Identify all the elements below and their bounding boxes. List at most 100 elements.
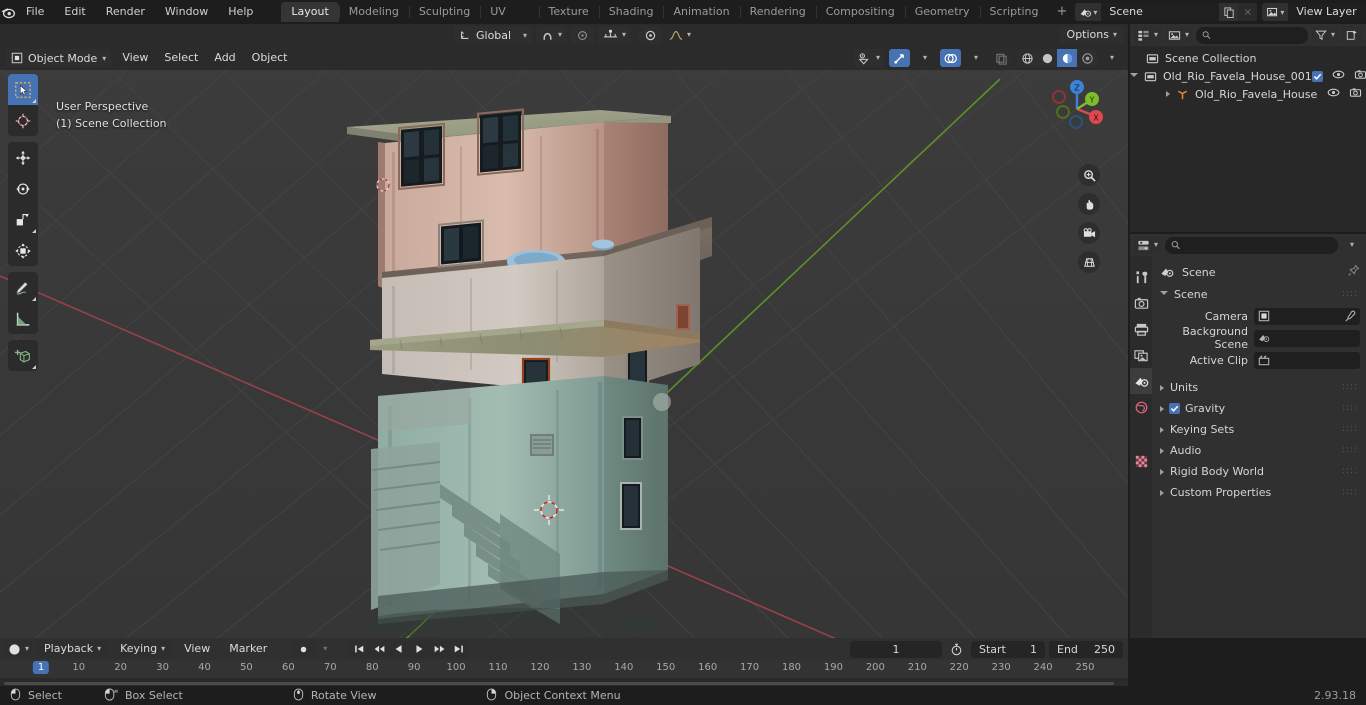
show-overlays-toggle[interactable] — [940, 49, 961, 67]
use-preview-range-toggle[interactable] — [946, 640, 967, 658]
panel-header-gravity[interactable]: Gravity:::: — [1152, 398, 1366, 419]
view-layer-selector[interactable]: ▾ View Layer × — [1262, 3, 1366, 21]
overlay-options-dropdown[interactable]: ▾ — [966, 49, 986, 67]
outliner-filter-icon-button[interactable]: ▾ — [1311, 26, 1338, 44]
workspace-tab-modeling[interactable]: Modeling — [338, 2, 409, 22]
new-scene-button[interactable] — [1219, 3, 1239, 21]
visibility-selectability-dropdown[interactable]: ▾ — [853, 49, 884, 67]
outliner-filter-dropdown[interactable]: ▾ — [1165, 26, 1193, 44]
menu-file[interactable]: File — [16, 3, 54, 21]
jump-to-start-button[interactable] — [349, 640, 369, 658]
outliner-display-mode-dropdown[interactable]: ▾ — [1134, 26, 1162, 44]
shading-rendered-button[interactable] — [1077, 49, 1097, 67]
add-workspace-button[interactable]: + — [1048, 2, 1075, 22]
workspace-tab-compositing[interactable]: Compositing — [815, 2, 905, 22]
workspace-tab-scripting[interactable]: Scripting — [979, 2, 1049, 22]
menu-edit[interactable]: Edit — [54, 3, 95, 21]
scene-tab[interactable] — [1130, 368, 1152, 394]
proportional-editing-toggle[interactable] — [571, 26, 595, 44]
scene-name[interactable]: Scene — [1101, 3, 1220, 21]
play-reverse-button[interactable] — [389, 640, 409, 658]
jump-prev-keyframe-button[interactable] — [369, 640, 389, 658]
transform-orientation-dropdown[interactable]: Global ▾ — [454, 26, 532, 44]
shading-solid-button[interactable] — [1037, 49, 1057, 67]
workspace-tab-geometry-nodes[interactable]: Geometry Nodes — [904, 2, 980, 38]
outliner-row[interactable]: Old_Rio_Favela_House — [1130, 85, 1366, 103]
menu-window[interactable]: Window — [155, 3, 218, 21]
proportional-falloff-toggle[interactable] — [639, 26, 663, 44]
frame-end-field[interactable]: End 250 — [1049, 640, 1123, 658]
outliner-row[interactable]: Scene Collection — [1130, 49, 1366, 67]
menu-render[interactable]: Render — [96, 3, 155, 21]
toggle-perspective-icon[interactable] — [1078, 251, 1100, 273]
gizmo-options-dropdown[interactable]: ▾ — [915, 49, 935, 67]
workspace-tab-texture-paint[interactable]: Texture Paint — [538, 2, 599, 38]
workspace-tab-sculpting[interactable]: Sculpting — [408, 2, 480, 22]
auto-keying-toggle[interactable] — [292, 640, 316, 658]
properties-search-box[interactable] — [1165, 236, 1338, 254]
playback-menu[interactable]: Playback ▾ — [37, 640, 109, 658]
viewport-options-dropdown[interactable]: Options ▾ — [1059, 26, 1124, 44]
texture-tab[interactable] — [1130, 448, 1152, 474]
auto-keying-options-dropdown[interactable]: ▾ — [315, 640, 335, 658]
properties-editor[interactable]: ▾ ▾ Scene Scene:::: Camera Background S… — [1130, 234, 1366, 638]
transform-tool[interactable] — [8, 235, 38, 266]
measure-tool[interactable] — [8, 303, 38, 334]
keying-menu[interactable]: Keying ▾ — [113, 640, 173, 658]
move-tool[interactable] — [8, 142, 38, 173]
xray-toggle[interactable] — [991, 49, 1012, 67]
shading-material-preview-button[interactable] — [1057, 49, 1077, 67]
properties-search-input[interactable] — [1184, 239, 1332, 251]
pan-hand-icon[interactable] — [1078, 193, 1100, 215]
workspace-tab-animation[interactable]: Animation — [663, 2, 739, 22]
output-tab[interactable] — [1130, 316, 1152, 342]
panel-header-rigid-body-world[interactable]: Rigid Body World:::: — [1152, 461, 1366, 482]
shading-options-dropdown[interactable]: ▾ — [1102, 49, 1122, 67]
view-layer-name[interactable]: View Layer — [1288, 3, 1366, 21]
chevron-down-icon[interactable] — [1130, 72, 1138, 80]
falloff-type-dropdown[interactable]: ▾ — [666, 26, 694, 44]
panel-header-custom-properties[interactable]: Custom Properties:::: — [1152, 482, 1366, 503]
scale-tool[interactable] — [8, 204, 38, 235]
world-tab[interactable] — [1130, 394, 1152, 420]
eyedropper-icon[interactable] — [1344, 310, 1356, 322]
viewport-menu-view[interactable]: View — [115, 49, 155, 67]
active-clip-field[interactable] — [1254, 351, 1360, 369]
camera-field[interactable] — [1254, 307, 1360, 325]
tweak-select-tool[interactable] — [8, 74, 38, 105]
viewport-menu-object[interactable]: Object — [245, 49, 295, 67]
view-axis-gizmo[interactable]: Z Y X — [1044, 76, 1110, 142]
scene-selector[interactable]: ▾ Scene × — [1075, 3, 1258, 21]
panel-header-audio[interactable]: Audio:::: — [1152, 440, 1366, 461]
shading-wireframe-button[interactable] — [1017, 49, 1037, 67]
frame-start-field[interactable]: Start 1 — [971, 640, 1045, 658]
workspace-tab-uv-editing[interactable]: UV Editing — [480, 2, 538, 38]
background-scene-field[interactable] — [1254, 329, 1360, 347]
timeline-editor[interactable]: ▾ Playback ▾ Keying ▾ View Marker ▾ 1 St… — [0, 638, 1128, 686]
exclude-collection-checkbox[interactable] — [1311, 70, 1323, 82]
viewport-menu-add[interactable]: Add — [207, 49, 242, 67]
outliner-search-input[interactable] — [1214, 29, 1302, 41]
show-gizmo-toggle[interactable] — [889, 49, 910, 67]
timeline-marker-menu[interactable]: Marker — [222, 640, 274, 658]
hide-in-viewport-icon[interactable] — [1327, 87, 1340, 101]
outliner-row[interactable]: Old_Rio_Favela_House_001 — [1130, 67, 1366, 85]
tool-tab[interactable] — [1130, 264, 1152, 290]
workspace-tab-layout[interactable]: Layout — [281, 2, 339, 22]
timeline-view-menu[interactable]: View — [177, 640, 217, 658]
timeline-editor-type-dropdown[interactable]: ▾ — [5, 640, 33, 658]
timeline-ruler[interactable]: 10 20 30 40 50 60 70 80 90 100 110 120 130 140 150 160 1… — [0, 660, 1128, 678]
outliner-tree[interactable]: Scene Collection Old_Rio_Favela_House_001… — [1130, 46, 1366, 232]
current-frame-field[interactable]: 1 — [850, 640, 942, 658]
chevron-right-icon[interactable] — [1166, 91, 1170, 97]
rotate-tool[interactable] — [8, 173, 38, 204]
properties-editor-type-dropdown[interactable]: ▾ — [1134, 236, 1162, 254]
properties-options-dropdown[interactable]: ▾ — [1342, 236, 1362, 254]
outliner-search-box[interactable] — [1196, 26, 1308, 44]
disable-in-renders-icon[interactable] — [1354, 69, 1366, 83]
zoom-icon[interactable] — [1078, 164, 1100, 186]
cursor-tool[interactable] — [8, 105, 38, 136]
viewport-menu-select[interactable]: Select — [157, 49, 205, 67]
hide-in-viewport-icon[interactable] — [1332, 69, 1345, 83]
workspace-tab-shading[interactable]: Shading — [598, 2, 664, 22]
